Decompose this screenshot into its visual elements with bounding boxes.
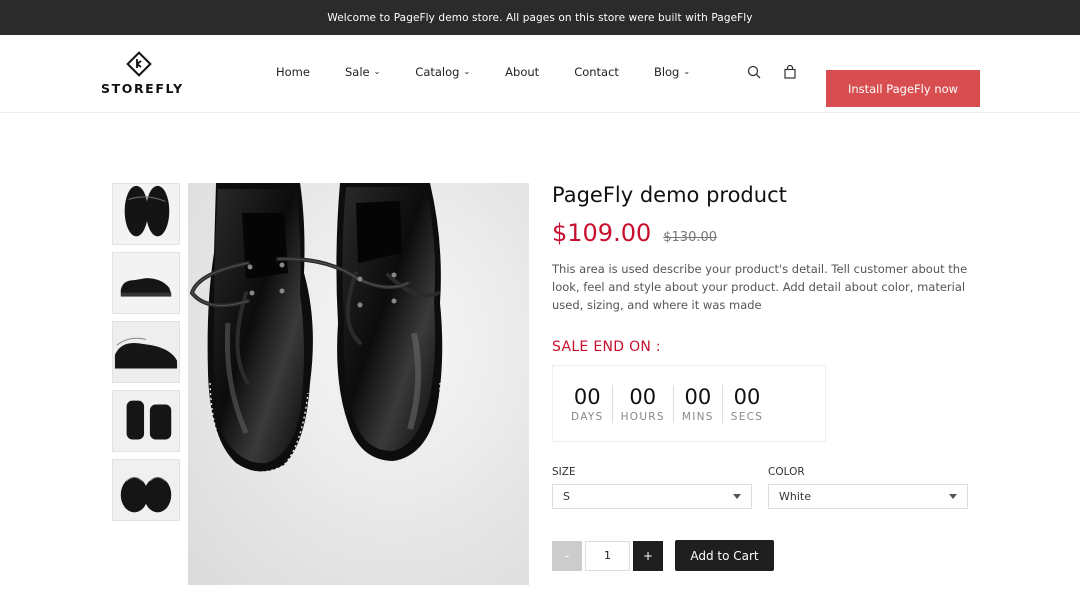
logo-text: STOREFLY	[101, 81, 184, 96]
countdown-value: 00	[629, 384, 657, 409]
nav-about[interactable]: About	[505, 65, 539, 79]
countdown-timer: 00 DAYS 00 HOURS 00 MINS 00 SECS	[552, 365, 826, 442]
thumbnail-2[interactable]	[112, 252, 180, 314]
countdown-days: 00 DAYS	[563, 385, 612, 423]
countdown-label: SECS	[730, 410, 764, 423]
chevron-down-icon: ⌄	[373, 67, 381, 76]
store-logo[interactable]: STOREFLY	[101, 51, 184, 96]
shoes-photo	[188, 183, 529, 585]
color-label: COLOR	[768, 466, 805, 478]
nav-label: Home	[276, 65, 310, 79]
cart-row: - + Add to Cart	[552, 540, 972, 571]
shoe-pair-image	[113, 322, 179, 382]
nav-label: Contact	[574, 65, 619, 79]
size-value: S	[563, 490, 570, 503]
nav-label: Catalog	[415, 65, 460, 79]
chevron-down-icon: ⌄	[463, 67, 471, 76]
thumbnail-5[interactable]	[112, 459, 180, 521]
compare-price: $130.00	[663, 230, 718, 245]
product-title: PageFly demo product	[552, 183, 787, 207]
search-icon[interactable]	[747, 64, 761, 83]
nav-sale[interactable]: Sale ⌄	[345, 65, 380, 79]
nav-label: About	[505, 65, 540, 79]
countdown-value: 00	[684, 384, 712, 409]
install-pagefly-button[interactable]: Install PageFly now	[826, 70, 980, 107]
countdown-secs: 00 SECS	[721, 384, 772, 423]
quantity-decrease-button[interactable]: -	[552, 540, 582, 571]
countdown-value: 00	[573, 384, 601, 409]
add-to-cart-button[interactable]: Add to Cart	[675, 540, 774, 571]
nav-home[interactable]: Home	[276, 65, 310, 79]
thumbnail-1[interactable]	[112, 183, 180, 245]
countdown-mins: 00 MINS	[672, 384, 722, 423]
nav-contact[interactable]: Contact	[574, 65, 619, 79]
countdown-label: MINS	[681, 410, 714, 423]
quantity-increase-button[interactable]: +	[633, 540, 663, 571]
variant-options: SIZE S COLOR White	[552, 466, 972, 509]
countdown-label: HOURS	[620, 410, 665, 423]
main-product-image[interactable]	[188, 183, 529, 585]
size-label: SIZE	[552, 466, 576, 478]
color-value: White	[779, 490, 811, 503]
countdown-value: 00	[733, 384, 761, 409]
countdown-label: DAYS	[571, 410, 604, 423]
product-price: $109.00	[552, 219, 652, 247]
announcement-bar: Welcome to PageFly demo store. All pages…	[0, 0, 1080, 35]
size-option: SIZE S	[552, 466, 752, 509]
shoe-heel-image	[113, 391, 179, 451]
color-select[interactable]: White	[768, 484, 968, 509]
nav-blog[interactable]: Blog ⌄	[654, 65, 690, 79]
shoe-top-view-image	[113, 184, 179, 244]
sale-end-label: SALE END ON :	[552, 339, 661, 355]
product-info: PageFly demo product $109.00 $130.00 Thi…	[552, 183, 972, 571]
thumbnail-3[interactable]	[112, 321, 180, 383]
thumbnail-gallery	[112, 183, 180, 528]
shoe-front-image	[113, 460, 179, 520]
nav-catalog[interactable]: Catalog ⌄	[415, 65, 470, 79]
color-option: COLOR White	[768, 466, 968, 509]
caret-down-icon	[949, 494, 957, 499]
thumbnail-4[interactable]	[112, 390, 180, 452]
cart-icon[interactable]	[783, 64, 797, 83]
nav-label: Sale	[344, 65, 370, 79]
main-nav: Home Sale ⌄ Catalog ⌄ About Contact Blog…	[276, 65, 690, 79]
size-select[interactable]: S	[552, 484, 752, 509]
shoe-side-view-image	[113, 253, 179, 313]
quantity-input[interactable]	[585, 540, 630, 571]
countdown-hours: 00 HOURS	[611, 384, 673, 423]
caret-down-icon	[733, 494, 741, 499]
site-header: STOREFLY Home Sale ⌄ Catalog ⌄ About Con…	[0, 35, 1080, 113]
nav-label: Blog	[653, 65, 680, 79]
announcement-text: Welcome to PageFly demo store. All pages…	[327, 11, 753, 24]
logo-diamond-icon	[125, 51, 152, 77]
chevron-down-icon: ⌄	[683, 67, 691, 76]
product-description: This area is used describe your product'…	[552, 262, 968, 312]
price-row: $109.00 $130.00	[552, 219, 972, 247]
